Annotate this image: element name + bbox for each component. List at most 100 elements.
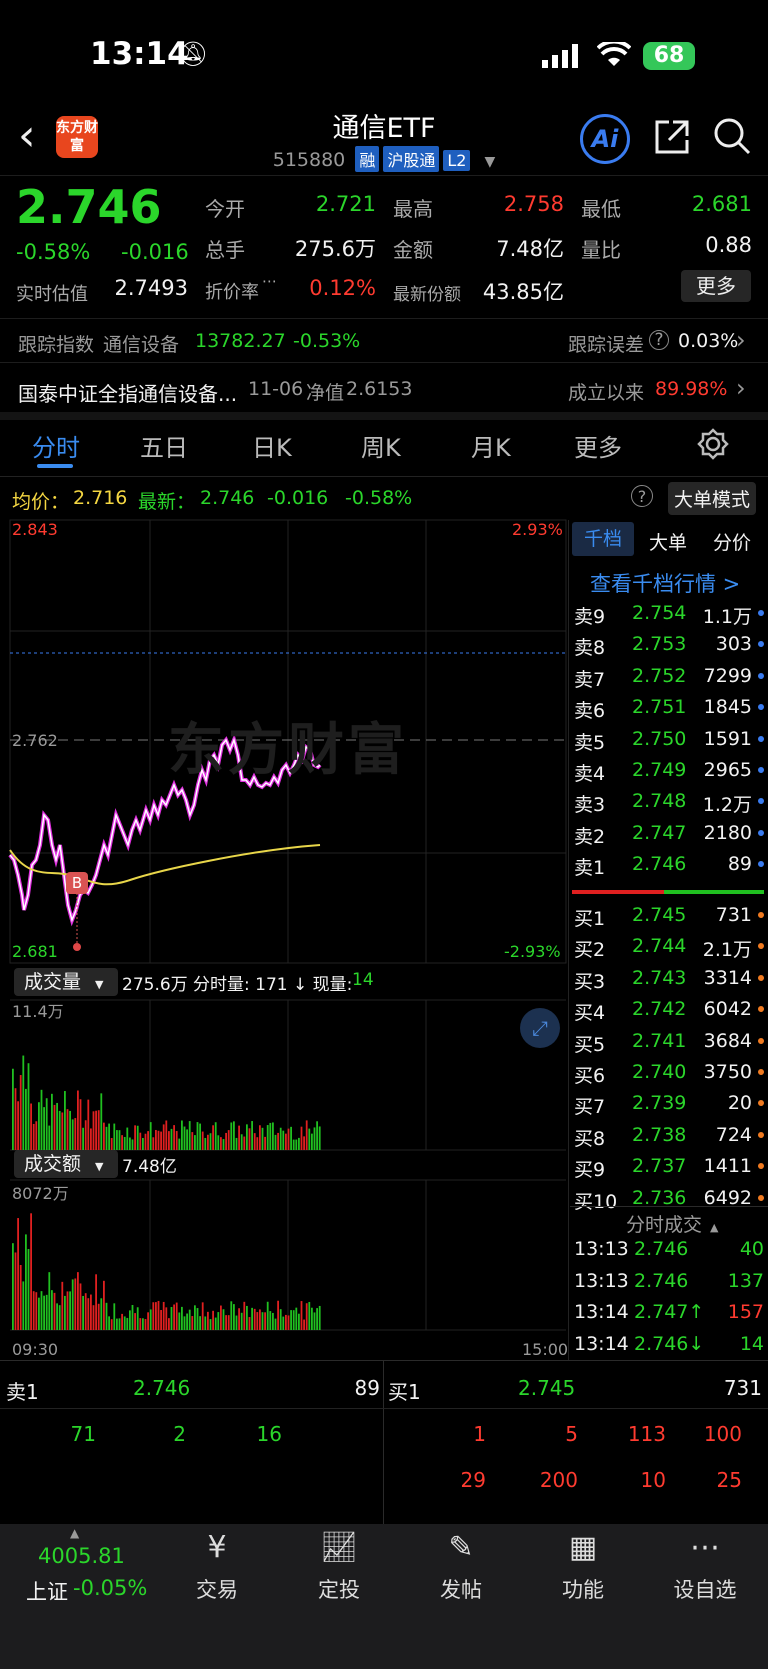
amount-bar (71, 1279, 74, 1330)
volume-dropdown[interactable]: 成交量 ▼ (14, 968, 118, 996)
volume-bar (272, 1122, 274, 1150)
amount-bar (287, 1315, 290, 1330)
ask-row[interactable]: 卖2 2.747 2180 (572, 818, 768, 850)
ask-row[interactable]: 卖6 2.751 1845 (572, 692, 768, 724)
amount-bar (272, 1312, 274, 1330)
nav-function[interactable]: 功能 (538, 1574, 628, 1604)
ask-row[interactable]: 卖7 2.752 7299 (572, 661, 768, 693)
y-axis-bottom-label: 2.681 (12, 942, 58, 961)
latest-change: -0.016 (267, 487, 329, 509)
amount-bar (27, 1248, 30, 1330)
share-icon[interactable] (653, 118, 691, 156)
orderbook-tab-big[interactable]: 大单 (649, 528, 687, 555)
volume-bar (118, 1130, 121, 1150)
ask-row[interactable]: 卖1 2.746 89 (572, 849, 768, 881)
volume-bar (25, 1088, 27, 1150)
ai-button[interactable]: Ai (580, 114, 630, 164)
ask-row[interactable]: 卖8 2.753 303 (572, 629, 768, 661)
volume-bar (71, 1119, 74, 1150)
bid-row[interactable]: 买5 2.741 3684 (572, 1026, 768, 1058)
bid-row[interactable]: 买2 2.744 2.1万 (572, 931, 768, 963)
volume-bar (58, 1110, 61, 1150)
amount-bar (178, 1312, 181, 1330)
view-depth-link[interactable]: 查看千档行情 > (590, 568, 740, 598)
amount-dropdown[interactable]: 成交额 ▼ (14, 1150, 118, 1178)
ask-row[interactable]: 卖3 2.748 1.2万 (572, 786, 768, 818)
volume-bar (92, 1111, 95, 1150)
more-dots-icon[interactable]: ⋯ (660, 1530, 750, 1565)
tracking-index-value: 13782.27 (195, 330, 286, 352)
market-index-name[interactable]: 上证 (26, 1576, 68, 1606)
tab-monthly[interactable]: 月K (471, 428, 511, 463)
tab-weekly[interactable]: 周K (361, 428, 401, 463)
volume-bar (290, 1126, 292, 1150)
nav-post[interactable]: 发帖 (416, 1574, 506, 1604)
market-index-value[interactable]: 4005.81 (38, 1544, 125, 1568)
bid-row[interactable]: 买8 2.738 724 (572, 1120, 768, 1152)
search-icon[interactable] (712, 116, 752, 156)
bid-ask-ratio-bar (572, 890, 764, 894)
chevron-right-icon[interactable]: › (736, 326, 746, 354)
chevron-down-icon[interactable]: ▼ (484, 154, 495, 170)
help-icon[interactable]: ? (631, 485, 653, 507)
amount-bar (311, 1307, 313, 1330)
invest-plan-icon[interactable]: 📈︎ (294, 1530, 384, 1565)
amount-bar (66, 1291, 69, 1330)
expand-icon[interactable]: ⤢ (520, 1008, 560, 1048)
bid-dot (758, 1100, 764, 1107)
tracking-index-name[interactable]: 通信设备 (103, 330, 179, 357)
amount-bar (100, 1298, 103, 1330)
amount-bar (253, 1308, 256, 1330)
queue-buy-qty: 731 (723, 1376, 762, 1400)
amount-bar (110, 1319, 113, 1330)
bid-row[interactable]: 买3 2.743 3314 (572, 963, 768, 995)
amount-bar (183, 1316, 186, 1330)
volume-bar (136, 1125, 139, 1150)
trade-icon[interactable]: ¥ (172, 1530, 262, 1565)
bid-row[interactable]: 买1 2.745 731 (572, 900, 768, 932)
nav-add-favorite[interactable]: 设自选 (660, 1574, 750, 1604)
volume-bar (53, 1104, 56, 1150)
amount-bar (32, 1291, 35, 1330)
intraday-chart[interactable] (0, 515, 568, 1345)
nav-invest-plan[interactable]: 定投 (294, 1574, 384, 1604)
settings-icon[interactable] (697, 428, 729, 460)
function-grid-icon[interactable]: ▦ (538, 1530, 628, 1565)
big-order-mode-button[interactable]: 大单模式 (668, 482, 757, 515)
amount-bar (87, 1298, 90, 1330)
ask-row[interactable]: 卖5 2.750 1591 (572, 724, 768, 756)
market-index-pct[interactable]: -0.05% (73, 1576, 147, 1600)
last-price: 2.746 (16, 180, 162, 234)
ask-level: 卖7 (574, 668, 606, 691)
tab-more[interactable]: 更多 (574, 428, 622, 463)
ask-row[interactable]: 卖9 2.754 1.1万 (572, 598, 768, 630)
tab-intraday[interactable]: 分时 (32, 428, 80, 463)
bid-row[interactable]: 买4 2.742 6042 (572, 994, 768, 1026)
bid-row[interactable]: 买6 2.740 3750 (572, 1057, 768, 1089)
amount-bar (170, 1307, 173, 1330)
tab-daily[interactable]: 日K (252, 428, 292, 463)
fund-name[interactable]: 国泰中证全指通信设备... (18, 378, 237, 407)
tab-five-day[interactable]: 五日 (140, 428, 188, 463)
volume-bar (123, 1136, 126, 1150)
volume-detail: 分时量: 171 ↓ 现量: (193, 975, 353, 995)
orderbook-tab-price[interactable]: 分价 (713, 528, 751, 555)
chevron-right-icon[interactable]: › (736, 374, 746, 402)
ask-row[interactable]: 卖4 2.749 2965 (572, 755, 768, 787)
nav-trade[interactable]: 交易 (172, 1574, 262, 1604)
bid-row[interactable]: 买7 2.739 20 (572, 1088, 768, 1120)
bid-row[interactable]: 买9 2.737 1411 (572, 1151, 768, 1183)
volume-bar (295, 1139, 298, 1150)
volume-bar (251, 1121, 253, 1150)
post-icon[interactable]: ✎ (416, 1530, 506, 1565)
info-icon[interactable]: ⋯ (262, 272, 277, 290)
volume-bar (32, 1123, 35, 1150)
trades-header[interactable]: 分时成交 ▲ (626, 1210, 718, 1237)
more-button[interactable]: 更多 (681, 270, 751, 302)
orderbook-tab-depth[interactable]: 千档 (572, 522, 634, 556)
buy-marker[interactable]: B (66, 872, 88, 894)
volume-bar (194, 1135, 196, 1150)
volume-bar (243, 1136, 246, 1150)
est-label: 实时估值 (16, 284, 88, 305)
help-icon[interactable]: ? (649, 330, 669, 350)
